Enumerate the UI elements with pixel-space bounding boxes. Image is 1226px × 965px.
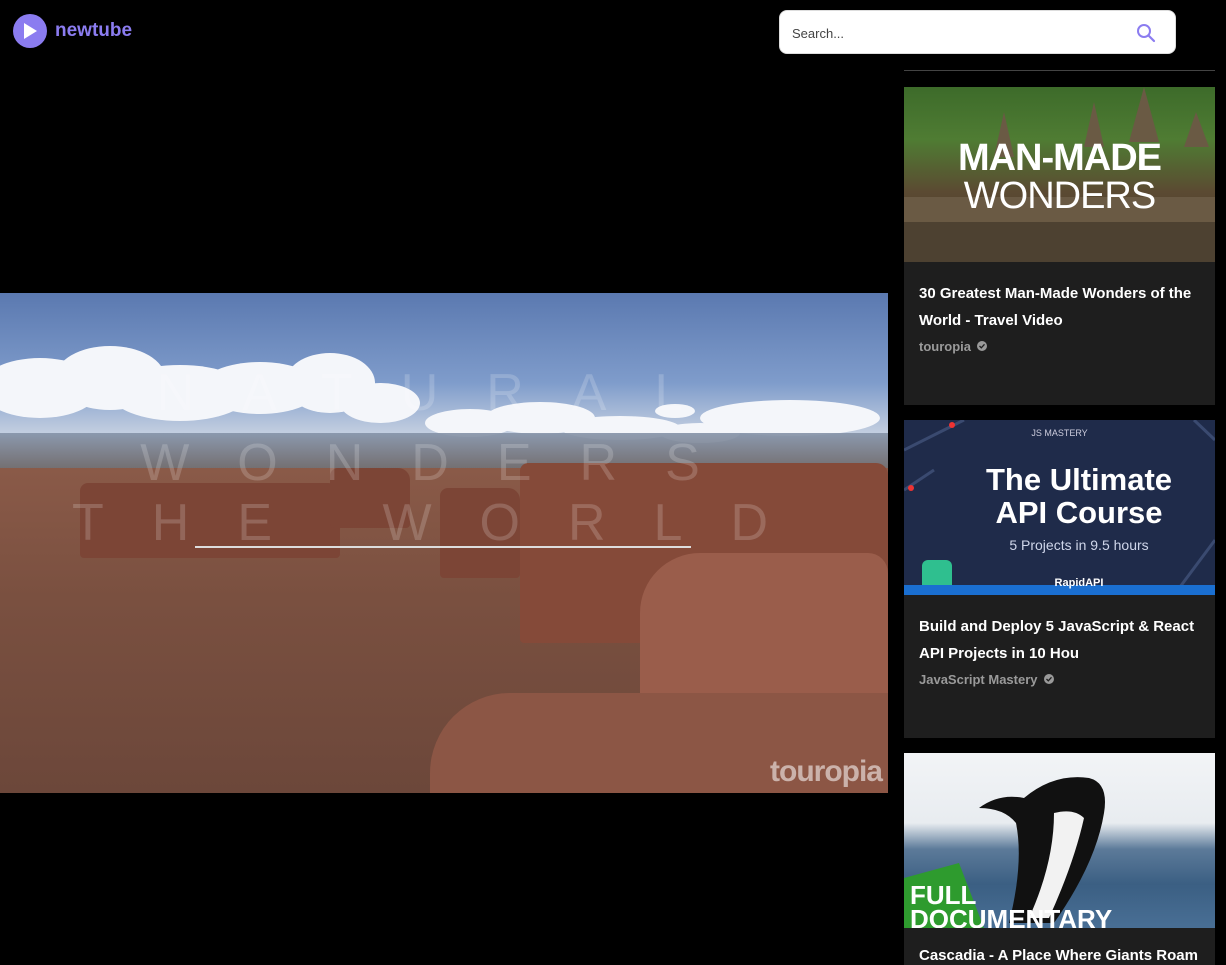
thumbnail-text: DOCUMENTARY	[910, 904, 1113, 928]
video-thumbnail[interactable]: MAN-MADE WONDERS	[904, 87, 1215, 262]
overlay-title-line: WONDERS	[140, 434, 748, 492]
thumbnail-text: MAN-MADE	[957, 137, 1162, 179]
related-video-card[interactable]: FULL DOCUMENTARY Cascadia - A Place Wher…	[904, 753, 1215, 965]
video-thumbnail[interactable]: JS MASTERY The Ultimate API Course 5 Pro…	[904, 420, 1215, 595]
channel-name-row[interactable]: touropia	[919, 334, 1200, 358]
thumbnail-subtext: 5 Projects in 9.5 hours	[1009, 537, 1149, 553]
related-video-card[interactable]: JS MASTERY The Ultimate API Course 5 Pro…	[904, 420, 1215, 738]
channel-watermark: touropia	[770, 755, 883, 788]
video-thumbnail[interactable]: FULL DOCUMENTARY	[904, 753, 1215, 928]
video-title[interactable]: 30 Greatest Man-Made Wonders of the Worl…	[919, 280, 1200, 334]
thumbnail-text: API Course	[995, 495, 1163, 530]
title-underline	[195, 546, 691, 548]
course-badge: JS MASTERY	[1031, 428, 1088, 438]
search-button[interactable]	[1135, 22, 1157, 44]
brand-name: newtube	[55, 20, 133, 41]
thumbnail-text: The Ultimate	[985, 462, 1173, 497]
verified-check-icon	[1043, 674, 1054, 684]
thumbnail-text: WONDERS	[963, 175, 1156, 217]
sidebar-divider	[904, 70, 1215, 71]
search-bar	[779, 10, 1176, 55]
channel-name: JavaScript Mastery	[919, 671, 1038, 687]
top-bar: newtube	[0, 0, 1226, 64]
video-title[interactable]: Build and Deploy 5 JavaScript & React AP…	[919, 613, 1200, 667]
play-logo-icon	[13, 14, 47, 48]
brand-logo[interactable]: newtube	[13, 14, 132, 48]
overlay-title-line: NATURAL	[156, 364, 732, 422]
video-player[interactable]: NATURAL WONDERS THE WORLD touropia	[0, 293, 888, 793]
thumbnail-brand: RapidAPI	[1054, 577, 1104, 589]
search-input[interactable]	[790, 11, 1134, 55]
video-title[interactable]: Cascadia - A Place Where Giants Roam	[919, 942, 1200, 965]
channel-name-row[interactable]: JavaScript Mastery	[919, 667, 1200, 691]
related-video-card[interactable]: MAN-MADE WONDERS 30 Greatest Man-Made Wo…	[904, 87, 1215, 405]
channel-name: touropia	[919, 338, 971, 354]
search-icon	[1137, 24, 1156, 43]
verified-check-icon	[977, 341, 987, 351]
overlay-title-line: THE WORLD	[72, 494, 816, 552]
